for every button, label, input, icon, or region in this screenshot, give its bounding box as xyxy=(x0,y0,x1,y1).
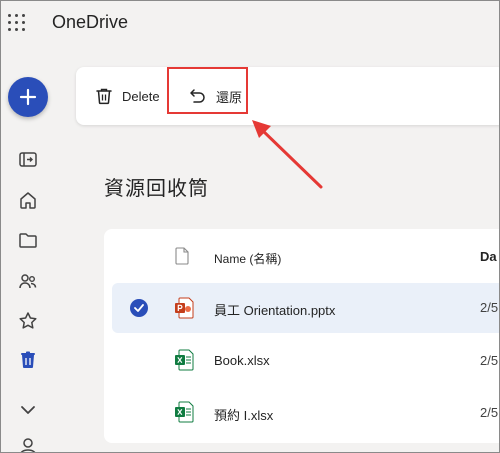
annotation-arrow xyxy=(252,120,323,189)
